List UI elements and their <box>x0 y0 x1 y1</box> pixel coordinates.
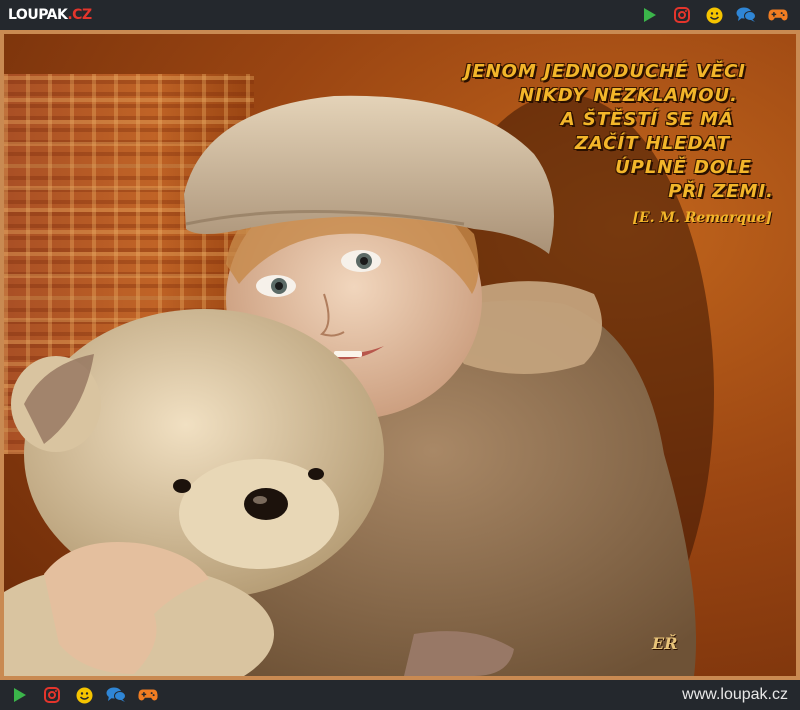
quote-line: Jenom jednoduché věci <box>464 61 746 82</box>
smiley-icon[interactable] <box>74 685 94 705</box>
quote-line: nikdy nezklamou. <box>519 85 738 106</box>
chat-icon[interactable] <box>106 685 126 705</box>
teddy-bear-eye-left <box>173 479 191 493</box>
teddy-bear-eye-right <box>308 468 324 480</box>
site-logo[interactable]: Loupak.cz <box>8 7 92 23</box>
quote-line: při zemi. <box>668 181 774 202</box>
bottom-bar: www.loupak.cz <box>0 680 800 710</box>
quote-block: Jenom jednoduché věci nikdy nezklamou. A… <box>394 60 774 226</box>
photo: Jenom jednoduché věci nikdy nezklamou. A… <box>4 34 796 676</box>
quote-author: [E. M. Remarque] <box>632 210 772 226</box>
quote-line: začít hledat <box>574 133 730 154</box>
logo-tld: .cz <box>67 7 92 23</box>
image-frame: Jenom jednoduché věci nikdy nezklamou. A… <box>0 30 800 680</box>
artist-signature: EŘ <box>652 634 678 653</box>
teddy-bear-nose <box>244 488 288 520</box>
site-url-link[interactable]: www.loupak.cz <box>682 686 788 704</box>
gamepad-icon[interactable] <box>768 5 788 25</box>
top-bar: Loupak.cz <box>0 0 800 30</box>
quote-line: A štěstí se má <box>560 109 734 130</box>
smiley-icon[interactable] <box>704 5 724 25</box>
bottom-icon-nav <box>10 685 158 705</box>
gamepad-icon[interactable] <box>138 685 158 705</box>
play-icon[interactable] <box>10 685 30 705</box>
logo-main: Loupak <box>8 7 68 23</box>
top-icon-nav <box>640 5 788 25</box>
quote-line: úplně dole <box>615 157 752 178</box>
chat-icon[interactable] <box>736 5 756 25</box>
instagram-icon[interactable] <box>672 5 692 25</box>
instagram-icon[interactable] <box>42 685 62 705</box>
play-icon[interactable] <box>640 5 660 25</box>
